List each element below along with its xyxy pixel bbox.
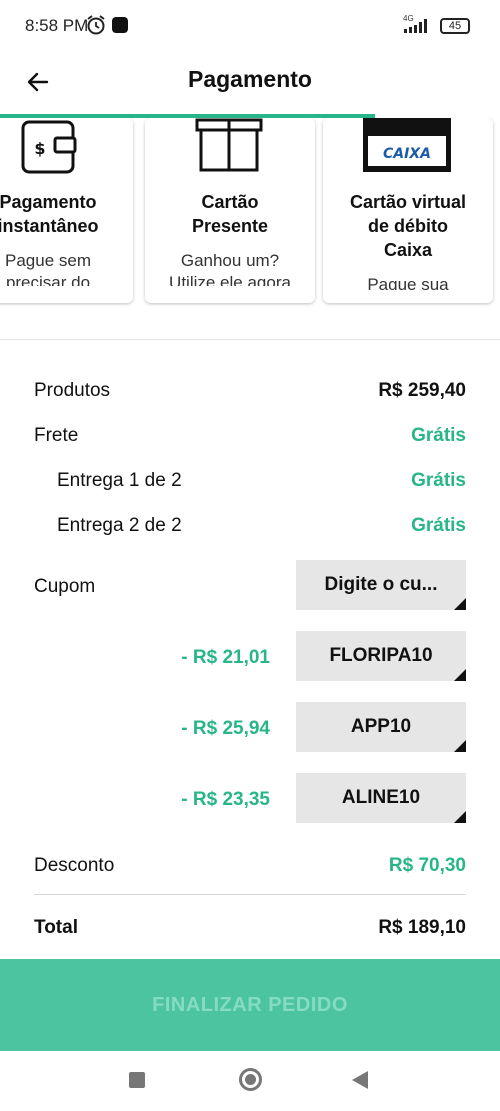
divider — [34, 894, 466, 895]
coupon-discount: - R$ 21,01 — [181, 647, 270, 668]
applied-coupon[interactable]: APP10 — [296, 702, 466, 752]
desconto-label: Desconto — [34, 855, 115, 876]
card-description: Pague sem precisar do — [5, 251, 91, 286]
coupon-input[interactable]: Digite o cu... — [296, 560, 466, 610]
system-nav-bar — [0, 1051, 500, 1111]
wallet-icon: $ — [21, 120, 77, 174]
card-title: Cartão virtual de débito Caixa — [349, 192, 467, 260]
status-bar: 8:58 PM 4G 45 — [0, 0, 500, 52]
delivery-value: Grátis — [411, 515, 466, 536]
total-label: Total — [34, 917, 78, 938]
delivery-value: Grátis — [411, 470, 466, 491]
card-title: Pagamento instantâneo — [0, 192, 99, 236]
battery-icon: 45 — [440, 18, 470, 34]
gift-card-icon — [195, 118, 263, 172]
cupom-label: Cupom — [34, 576, 96, 597]
page-title: Pagamento — [188, 66, 312, 92]
total-value: R$ 189,10 — [378, 917, 466, 938]
corner-indicator-icon — [454, 669, 466, 681]
corner-indicator-icon — [454, 598, 466, 610]
payment-card-gift[interactable]: Cartão Presente Ganhou um? Utilize ele a… — [145, 118, 315, 303]
card-description: Pague sua — [367, 275, 449, 290]
card-description: Ganhou um? Utilize ele agora — [169, 251, 291, 286]
svg-text:CAIXA: CAIXA — [383, 146, 431, 162]
payment-card-instant[interactable]: $ Pagamento instantâneo Pague sem precis… — [0, 118, 133, 303]
payment-card-caixa[interactable]: CAIXA Cartão virtual de débito Caixa Pag… — [323, 118, 493, 303]
finish-order-button[interactable]: FINALIZAR PEDIDO — [0, 959, 500, 1051]
delivery-label: Entrega 1 de 2 — [57, 470, 182, 491]
coupon-discount: - R$ 25,94 — [181, 718, 270, 739]
home-icon[interactable] — [239, 1068, 262, 1091]
notification-app-icon — [112, 17, 128, 33]
applied-coupon[interactable]: ALINE10 — [296, 773, 466, 823]
produtos-value: R$ 259,40 — [378, 380, 466, 401]
desconto-value: R$ 70,30 — [388, 855, 466, 876]
signal-icon — [404, 19, 427, 33]
frete-value: Grátis — [411, 425, 466, 446]
status-time: 8:58 PM — [25, 16, 89, 35]
card-title: Cartão Presente — [191, 192, 269, 236]
back-triangle-icon[interactable] — [352, 1071, 368, 1089]
recent-apps-icon[interactable] — [129, 1072, 145, 1088]
coupon-discount: - R$ 23,35 — [181, 789, 270, 810]
corner-indicator-icon — [454, 740, 466, 752]
divider — [0, 339, 500, 340]
produtos-label: Produtos — [34, 380, 111, 401]
corner-indicator-icon — [454, 811, 466, 823]
delivery-label: Entrega 2 de 2 — [57, 515, 182, 536]
app-bar: Pagamento — [0, 52, 500, 114]
svg-text:$: $ — [34, 139, 45, 158]
caixa-card-icon: CAIXA — [363, 118, 451, 172]
payment-methods-carousel[interactable]: $ Pagamento instantâneo Pague sem precis… — [0, 118, 500, 308]
alarm-icon — [87, 15, 105, 35]
applied-coupon[interactable]: FLORIPA10 — [296, 631, 466, 681]
frete-label: Frete — [34, 425, 79, 446]
